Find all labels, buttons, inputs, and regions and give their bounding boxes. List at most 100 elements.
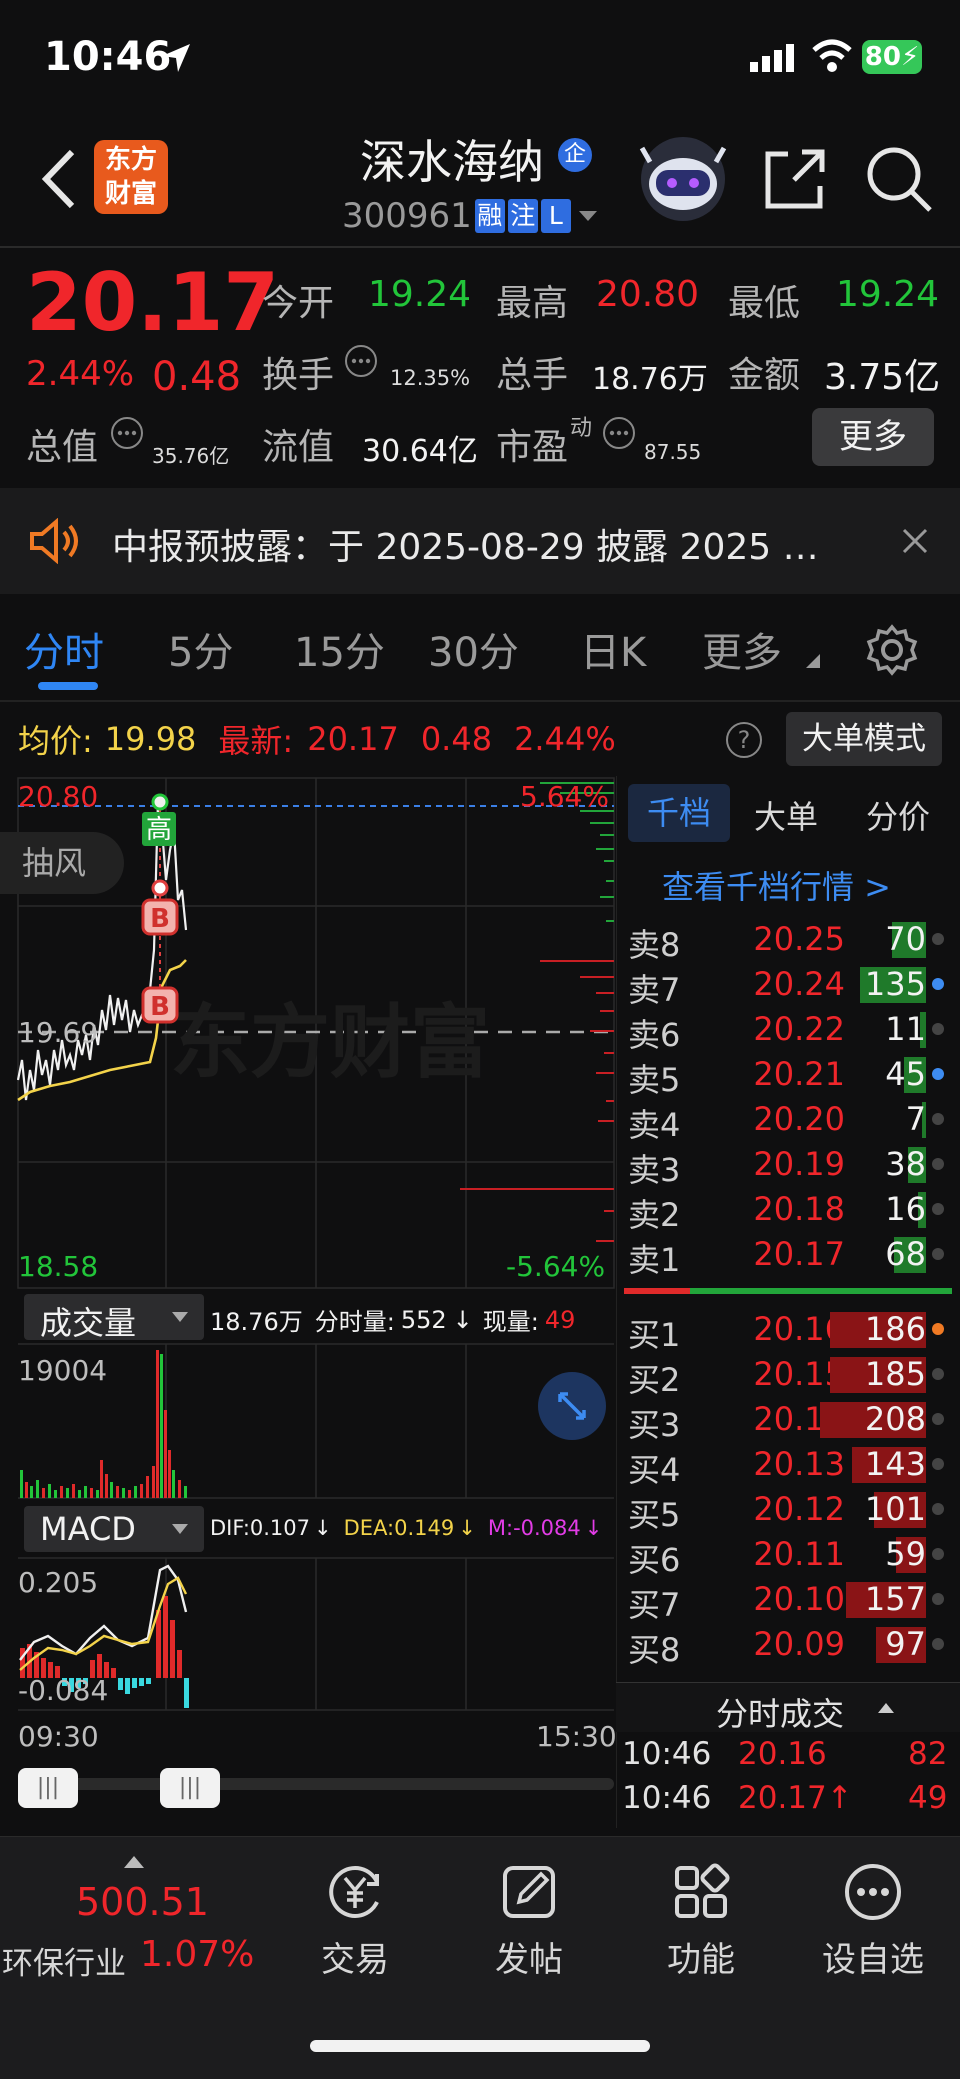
nav-functions[interactable]: 功能 bbox=[636, 1860, 766, 1981]
orderbook-tab-depth[interactable]: 千档 bbox=[628, 784, 730, 842]
ask-price: 20.22 bbox=[753, 1010, 845, 1048]
ask-row-5[interactable]: 卖5 20.21 45 bbox=[620, 1051, 950, 1099]
indicator-selector-caret-icon bbox=[172, 1524, 188, 1534]
nav-trade[interactable]: 交易 bbox=[290, 1860, 420, 1981]
index-pct: 1.07% bbox=[140, 1934, 255, 1975]
fullscreen-button[interactable] bbox=[538, 1372, 606, 1440]
badge-l: L bbox=[540, 199, 571, 233]
view-depth-link[interactable]: 查看千档行情 > bbox=[662, 862, 891, 908]
ask-price: 20.18 bbox=[753, 1190, 845, 1228]
chg-value: 0.48 bbox=[420, 720, 493, 758]
nav-post[interactable]: 发帖 bbox=[464, 1860, 594, 1981]
app-logo[interactable]: 东方 财富 bbox=[94, 140, 168, 214]
tab-daily-k[interactable]: 日K bbox=[580, 620, 646, 678]
ask-row-6[interactable]: 卖6 20.22 11 bbox=[620, 1006, 950, 1054]
indicator-selector-label: MACD bbox=[40, 1510, 136, 1548]
index-value[interactable]: 500.51 bbox=[76, 1880, 209, 1924]
speaker-icon bbox=[30, 518, 78, 564]
volume-selector[interactable]: 成交量 bbox=[24, 1294, 204, 1342]
settings-gear-icon[interactable] bbox=[866, 624, 918, 676]
search-icon[interactable] bbox=[864, 144, 934, 214]
current-volume-label: 现量: bbox=[482, 1308, 539, 1336]
share-icon[interactable] bbox=[762, 146, 828, 212]
tab-more-triangle-icon bbox=[806, 654, 820, 668]
tab-5min[interactable]: 5分 bbox=[168, 620, 233, 678]
tab-more[interactable]: 更多 bbox=[702, 620, 782, 678]
bid-label: 买4 bbox=[628, 1451, 681, 1489]
bid-row-6[interactable]: 买6 20.11 59 bbox=[620, 1531, 950, 1579]
robot-assistant-icon[interactable] bbox=[638, 134, 728, 224]
bid-row-3[interactable]: 买3 20.14 208 bbox=[620, 1396, 950, 1444]
bid-row-2[interactable]: 买2 20.15 185 bbox=[620, 1351, 950, 1399]
minute-volume-value: 552 bbox=[400, 1305, 447, 1334]
ask-row-7[interactable]: 卖7 20.24 135 bbox=[620, 961, 950, 1009]
home-indicator[interactable] bbox=[310, 2040, 650, 2052]
bid-label: 买2 bbox=[628, 1361, 681, 1399]
ask-row-3[interactable]: 卖3 20.19 38 bbox=[620, 1141, 950, 1189]
chart-watermark: 东方财富 bbox=[170, 998, 490, 1087]
nav-trade-label: 交易 bbox=[321, 1940, 389, 1980]
volume-total: 18.76万 bbox=[210, 1308, 303, 1336]
tab-intraday[interactable]: 分时 bbox=[24, 620, 104, 678]
help-icon[interactable]: ? bbox=[726, 722, 762, 758]
bid-row-5[interactable]: 买5 20.12 101 bbox=[620, 1486, 950, 1534]
open-label: 今开 bbox=[262, 283, 335, 324]
marker-buy-1: B bbox=[150, 904, 170, 934]
bid-row-4[interactable]: 买4 20.13 143 bbox=[620, 1441, 950, 1489]
bid-row-1[interactable]: 买1 20.16 186 bbox=[620, 1306, 950, 1354]
ask-row-8[interactable]: 卖8 20.25 70 bbox=[620, 916, 950, 964]
ask-label: 卖1 bbox=[628, 1241, 681, 1279]
current-volume-value: 49 bbox=[544, 1305, 576, 1334]
close-icon[interactable] bbox=[902, 528, 928, 554]
big-order-mode-button[interactable]: 大单模式 bbox=[786, 712, 942, 766]
ask-row-2[interactable]: 卖2 20.18 16 bbox=[620, 1186, 950, 1234]
ask-volume: 38 bbox=[885, 1145, 926, 1183]
bid-price: 20.09 bbox=[753, 1625, 845, 1663]
stock-code-row[interactable]: 300961 融 注 L bbox=[342, 196, 599, 236]
bid-label: 买1 bbox=[628, 1316, 681, 1354]
pe-more-icon[interactable] bbox=[602, 416, 636, 450]
ask-price: 20.21 bbox=[753, 1055, 845, 1093]
chart-info-line: 均价: 19.98 最新: 20.17 0.48 2.44% bbox=[18, 716, 616, 762]
more-button[interactable]: 更多 bbox=[812, 408, 934, 466]
bid-price: 20.10 bbox=[753, 1580, 845, 1618]
side-pill-button[interactable]: 抽风 bbox=[0, 832, 124, 894]
orderbook-tab-price[interactable]: 分价 bbox=[866, 792, 930, 838]
ask-row-1[interactable]: 卖1 20.17 68 bbox=[620, 1231, 950, 1279]
bid-price: 20.15 bbox=[753, 1355, 845, 1393]
tab-indicator bbox=[38, 682, 98, 690]
ask-label: 卖3 bbox=[628, 1151, 681, 1189]
bid-ask-ratio-bar bbox=[624, 1288, 952, 1294]
index-name[interactable]: 环保行业 bbox=[2, 1938, 126, 1983]
mktcap-more-icon[interactable] bbox=[110, 416, 144, 450]
range-slider-left-handle[interactable]: ||| bbox=[18, 1768, 78, 1808]
orderbook-tab-big[interactable]: 大单 bbox=[754, 792, 818, 838]
time-start: 09:30 bbox=[18, 1720, 99, 1753]
tick-time: 10:46 bbox=[622, 1780, 712, 1816]
back-arrow-icon[interactable] bbox=[38, 148, 78, 210]
trade-yen-icon bbox=[329, 1866, 379, 1918]
index-expand-caret-icon[interactable] bbox=[124, 1856, 144, 1870]
range-slider-track[interactable] bbox=[18, 1778, 614, 1790]
macd-bottom: -0.084 bbox=[18, 1674, 109, 1707]
nav-customize-label: 设自选 bbox=[822, 1940, 924, 1980]
ask-volume: 45 bbox=[885, 1055, 926, 1093]
tab-15min[interactable]: 15分 bbox=[294, 620, 385, 678]
chart-top-price: 20.80 bbox=[18, 780, 99, 813]
ticks-header[interactable]: 分时成交 bbox=[616, 1682, 960, 1733]
bid-row-8[interactable]: 买8 20.09 97 bbox=[620, 1621, 950, 1669]
ask-row-4[interactable]: 卖4 20.20 7 bbox=[620, 1096, 950, 1144]
indicator-selector[interactable]: MACD bbox=[24, 1506, 204, 1552]
ask-dot bbox=[932, 1158, 944, 1170]
low-label: 最低 bbox=[728, 283, 801, 324]
range-slider-right-handle[interactable]: ||| bbox=[160, 1768, 220, 1808]
turnover-more-icon[interactable] bbox=[344, 344, 378, 378]
ask-label: 卖7 bbox=[628, 971, 681, 1009]
nav-customize[interactable]: 设自选 bbox=[808, 1860, 938, 1981]
ask-price: 20.19 bbox=[753, 1145, 845, 1183]
bid-row-7[interactable]: 买7 20.10 157 bbox=[620, 1576, 950, 1624]
stock-name[interactable]: 深水海纳 bbox=[360, 126, 544, 192]
tab-30min[interactable]: 30分 bbox=[428, 620, 519, 678]
float-label: 流值 bbox=[262, 427, 335, 468]
macd-info: DIF:0.107 ↓ DEA:0.149 ↓ M:-0.084 ↓ bbox=[210, 1516, 603, 1540]
